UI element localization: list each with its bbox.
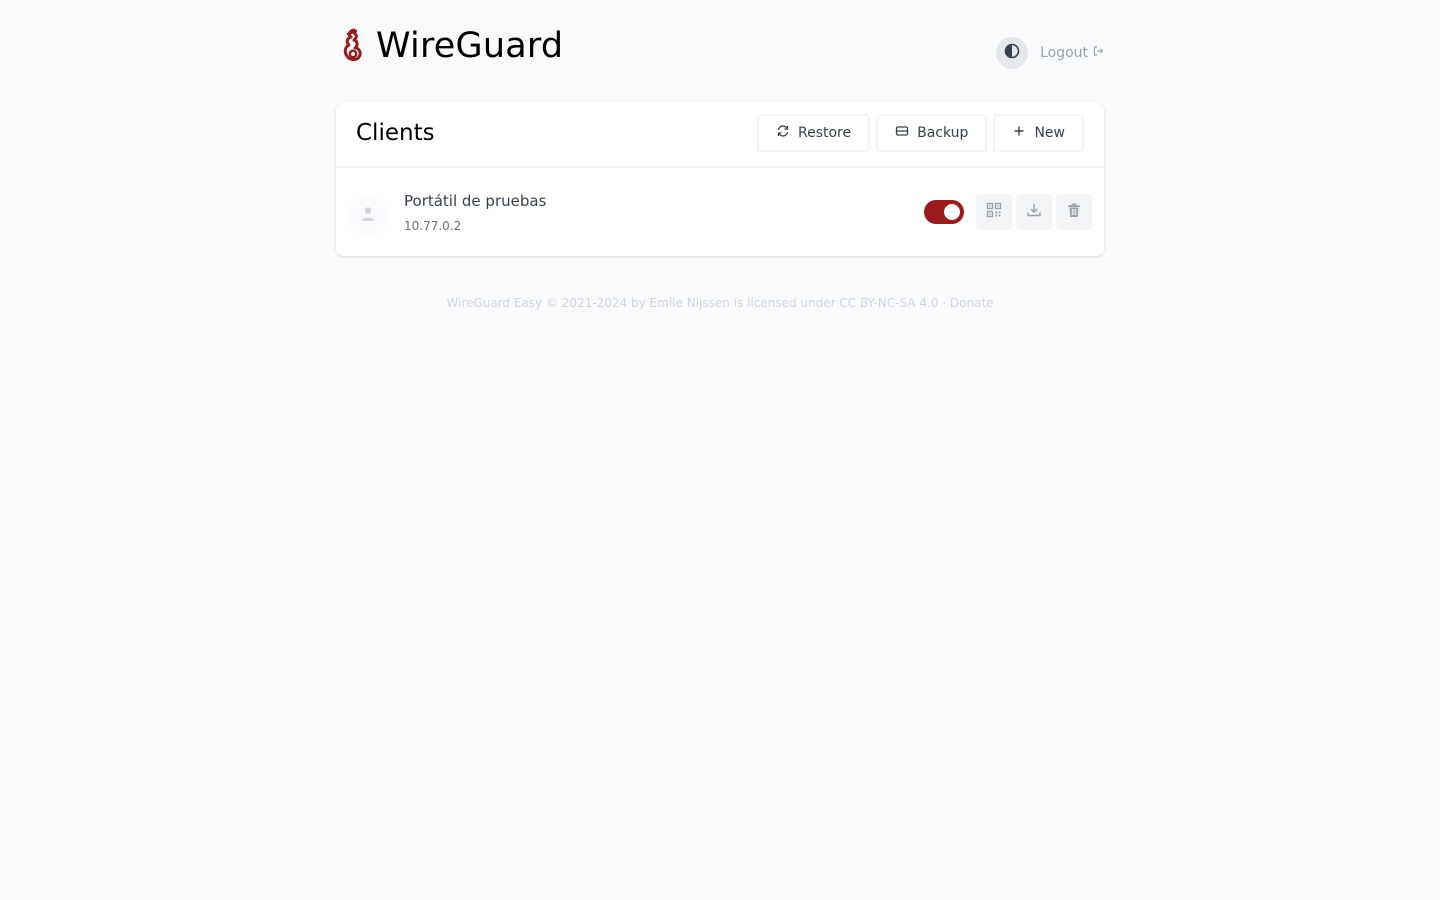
backup-label: Backup	[917, 125, 969, 141]
qr-code-icon	[986, 202, 1002, 222]
footer-copyright: © 2021-2024 by	[545, 296, 646, 310]
footer-author-link[interactable]: Emile Nijssen	[650, 296, 730, 310]
footer-donate-link[interactable]: Donate	[950, 296, 994, 310]
clients-toolbar: Restore Backup New	[751, 114, 1084, 152]
restore-button[interactable]: Restore	[757, 114, 871, 152]
refresh-icon	[776, 124, 798, 142]
user-icon	[359, 205, 377, 227]
backup-button[interactable]: Backup	[876, 114, 988, 152]
logout-link[interactable]: Logout	[1040, 45, 1104, 61]
trash-icon	[1066, 202, 1082, 222]
footer: WireGuard Easy © 2021-2024 by Emile Nijs…	[336, 296, 1104, 310]
footer-license-prefix: is licensed under	[733, 296, 836, 310]
download-icon	[1026, 202, 1042, 222]
download-config-button[interactable]	[1016, 194, 1052, 230]
delete-client-button[interactable]	[1056, 194, 1092, 230]
client-enable-toggle[interactable]	[924, 200, 964, 224]
header: WireGuard Logout	[336, 0, 1104, 100]
app-container: WireGuard Logout Clients Restore Backup …	[336, 0, 1104, 310]
show-qr-button[interactable]	[976, 194, 1012, 230]
logout-label: Logout	[1040, 45, 1088, 61]
header-actions: Logout	[996, 37, 1104, 69]
client-row: Portátil de pruebas 10.77.0.2	[336, 168, 1104, 256]
clients-card-header: Clients Restore Backup New	[336, 102, 1104, 168]
database-icon	[895, 124, 917, 142]
contrast-icon	[1004, 43, 1020, 63]
plus-icon	[1012, 124, 1034, 142]
client-address[interactable]: 10.77.0.2	[404, 219, 461, 233]
logout-icon	[1088, 45, 1104, 61]
restore-label: Restore	[798, 125, 852, 141]
new-client-button[interactable]: New	[993, 114, 1084, 152]
toggle-knob	[944, 204, 960, 220]
footer-product-link[interactable]: WireGuard Easy	[446, 296, 542, 310]
client-actions	[924, 194, 1092, 230]
avatar	[348, 196, 388, 236]
wireguard-logo-icon	[340, 28, 366, 64]
app-title: WireGuard	[376, 26, 564, 66]
footer-separator: ·	[942, 296, 947, 310]
theme-toggle-button[interactable]	[996, 37, 1029, 69]
client-name[interactable]: Portátil de pruebas	[404, 192, 546, 210]
new-label: New	[1034, 125, 1065, 141]
clients-card: Clients Restore Backup New Portátil de p…	[336, 102, 1104, 256]
clients-title: Clients	[356, 120, 435, 146]
brand: WireGuard	[340, 26, 563, 66]
footer-license-link[interactable]: CC BY-NC-SA 4.0	[839, 296, 938, 310]
